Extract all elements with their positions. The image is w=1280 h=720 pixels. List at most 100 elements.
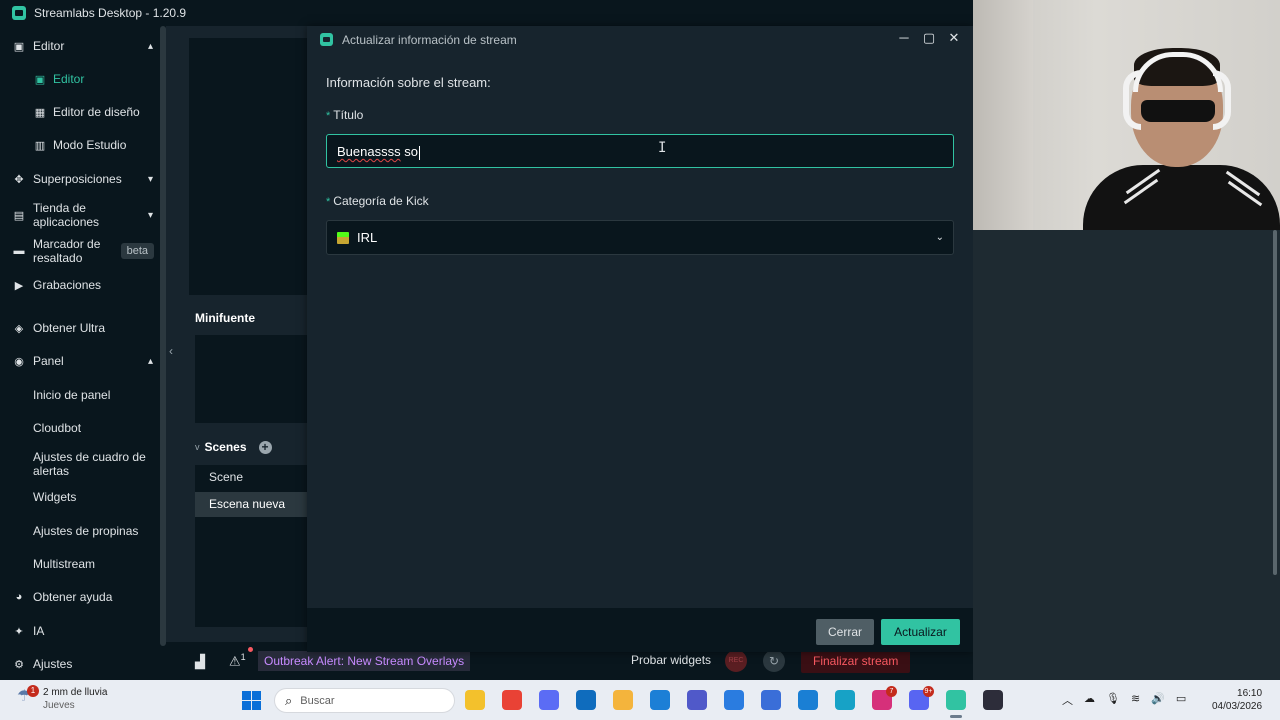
scenes-collapse-chevron-icon[interactable]: v xyxy=(195,442,200,452)
category-select[interactable]: IRL ⌄ xyxy=(326,220,954,255)
sidebar: ▣ Editor ▴ ▣ Editor ▦ Editor de diseño ▥… xyxy=(0,26,162,680)
minifuente-panel xyxy=(195,335,307,423)
scene-item-escena-nueva[interactable]: Escena nueva xyxy=(195,492,307,517)
sunglasses xyxy=(1141,100,1215,122)
background-scrollbar[interactable] xyxy=(1273,230,1277,575)
chevron-up-icon[interactable]: ︿ xyxy=(1062,692,1073,708)
taskbar-search[interactable]: ⌕ Buscar xyxy=(274,688,455,713)
category-label-text: Categoría de Kick xyxy=(333,194,429,208)
sidebar-item-obtener-ayuda[interactable]: ◕ Obtener ayuda xyxy=(0,588,162,606)
copilot-icon[interactable] xyxy=(539,690,559,710)
clock-time: 16:10 xyxy=(1237,688,1263,699)
store-icon[interactable] xyxy=(650,690,670,710)
sidebar-item-superposiciones[interactable]: ✥ Superposiciones ▾ xyxy=(0,170,162,188)
probar-widgets-button[interactable]: Probar widgets xyxy=(631,653,711,667)
update-button[interactable]: Actualizar xyxy=(881,619,960,645)
search-icon: ⌕ xyxy=(285,692,293,708)
add-scene-icon[interactable]: + xyxy=(258,440,272,454)
wifi-icon[interactable]: ≋ xyxy=(1131,692,1140,708)
title-input[interactable] xyxy=(326,134,954,168)
studio-mode-icon: ▥ xyxy=(34,139,46,152)
sidebar-item-widgets[interactable]: Widgets xyxy=(0,488,162,506)
close-icon[interactable]: ✕ xyxy=(946,30,962,46)
teams-icon[interactable] xyxy=(687,690,707,710)
app-store-icon: ▤ xyxy=(13,209,25,222)
category-value: IRL xyxy=(357,230,378,245)
chevron-down-icon: ▾ xyxy=(147,209,153,221)
preview-panel xyxy=(189,38,307,295)
stats-bar-chart-icon[interactable]: ▟ xyxy=(195,654,205,670)
sidebar-item-label: Widgets xyxy=(33,490,77,504)
streamlabs-window: Streamlabs Desktop - 1.20.9 ‹ Minifuente… xyxy=(0,0,973,680)
headphone-right xyxy=(1213,70,1231,130)
volume-icon[interactable]: 🔊 xyxy=(1151,692,1165,708)
sidebar-item-label: Ajustes de cuadro de alertas xyxy=(33,450,146,478)
sidebar-item-multistream[interactable]: Multistream xyxy=(0,555,162,573)
scene-item-scene[interactable]: Scene xyxy=(195,465,307,490)
sidebar-scrollbar[interactable] xyxy=(160,26,166,646)
sidebar-item-cloudbot[interactable]: Cloudbot xyxy=(0,419,162,437)
sidebar-item-grabaciones[interactable]: ▶ Grabaciones xyxy=(0,276,162,294)
microphone-icon[interactable]: 🎙 xyxy=(1106,692,1120,708)
vscode-icon[interactable] xyxy=(798,690,818,710)
required-marker: * xyxy=(326,196,331,208)
photos-icon[interactable] xyxy=(761,690,781,710)
clock[interactable]: 16:10 04/03/2026 xyxy=(1212,687,1262,713)
sidebar-item-tienda-de-aplicaciones[interactable]: ▤ Tienda de aplicaciones ▾ xyxy=(0,200,162,230)
sidebar-item-obtener-ultra[interactable]: ◈ Obtener Ultra xyxy=(0,319,162,337)
sidebar-item-label: Multistream xyxy=(33,557,96,571)
sidebar-item-label: Ajustes de propinas xyxy=(33,524,139,538)
instagram-icon[interactable]: 7 xyxy=(872,686,897,710)
help-icon: ◕ xyxy=(15,591,23,603)
onedrive-icon[interactable]: ☁ xyxy=(1084,692,1095,708)
replay-buffer-icon[interactable]: ↻ xyxy=(763,650,785,672)
category-label: * Categoría de Kick xyxy=(326,194,429,208)
close-button[interactable]: Cerrar xyxy=(816,619,874,645)
webcam-wall xyxy=(973,0,1033,230)
discord-icon[interactable]: 9+ xyxy=(909,686,934,710)
sidebar-item-ia[interactable]: ✦ IA xyxy=(0,622,162,640)
sync-icon[interactable] xyxy=(724,690,744,710)
app-icon[interactable] xyxy=(983,690,1003,710)
outlook-icon[interactable] xyxy=(576,690,596,710)
sidebar-item-ajustes-de-cuadro-de-alertas[interactable]: Ajustes de cuadro de alertas xyxy=(0,449,162,479)
irl-category-icon xyxy=(337,231,349,244)
rec-button[interactable]: REC xyxy=(725,650,747,672)
sidebar-item-editor-group[interactable]: ▣ Editor ▴ xyxy=(0,37,162,55)
file-explorer-icon[interactable] xyxy=(465,690,485,710)
scenes-header: v Scenes + xyxy=(195,440,272,454)
outbreak-alert-link[interactable]: Outbreak Alert: New Stream Overlays xyxy=(258,651,471,671)
sidebar-item-label: Marcador de resaltado xyxy=(33,237,101,265)
sidebar-item-editor[interactable]: ▣ Editor xyxy=(0,70,162,88)
sidebar-item-ajustes[interactable]: ⚙ Ajustes xyxy=(0,655,162,673)
battery-icon[interactable]: ▭ xyxy=(1176,692,1186,708)
streamlabs-icon[interactable] xyxy=(946,690,966,710)
scenes-title: Scenes xyxy=(204,440,247,454)
sidebar-item-label: Panel xyxy=(33,354,64,368)
edge-icon[interactable] xyxy=(835,690,855,710)
sidebar-item-label: Modo Estudio xyxy=(53,138,127,152)
collapse-sidebar-chevron-icon[interactable]: ‹ xyxy=(169,344,173,358)
app-titlebar: Streamlabs Desktop - 1.20.9 xyxy=(0,0,973,26)
chrome-icon[interactable] xyxy=(502,690,522,710)
sidebar-item-label: Editor xyxy=(53,72,85,86)
windows-start-icon[interactable] xyxy=(242,691,261,710)
sidebar-item-modo-estudio[interactable]: ▥ Modo Estudio xyxy=(0,136,162,154)
dashboard-icon: ◉ xyxy=(14,355,24,368)
sidebar-item-panel[interactable]: ◉ Panel ▴ xyxy=(0,352,162,370)
sidebar-item-label: IA xyxy=(33,624,45,638)
sidebar-item-editor-de-diseno[interactable]: ▦ Editor de diseño xyxy=(0,103,162,121)
sidebar-item-label: Ajustes xyxy=(33,657,73,671)
folder-icon[interactable] xyxy=(613,690,633,710)
overlays-icon: ✥ xyxy=(14,173,24,186)
notification-dot xyxy=(248,647,253,652)
search-placeholder: Buscar xyxy=(300,694,335,707)
end-stream-button[interactable]: Finalizar stream xyxy=(801,649,911,673)
alert-warning-icon[interactable]: ⚠1 xyxy=(229,652,246,669)
minimize-icon[interactable]: ─ xyxy=(896,30,912,45)
sidebar-item-inicio-de-panel[interactable]: Inicio de panel xyxy=(0,386,162,404)
sidebar-item-marcador-de-resaltado[interactable]: ▬ Marcador de resaltado beta xyxy=(0,236,162,266)
weather-widget[interactable]: ☂ 1 2 mm de lluvia Jueves xyxy=(17,685,107,712)
maximize-icon[interactable]: ▢ xyxy=(921,30,937,46)
sidebar-item-ajustes-de-propinas[interactable]: Ajustes de propinas xyxy=(0,522,162,540)
